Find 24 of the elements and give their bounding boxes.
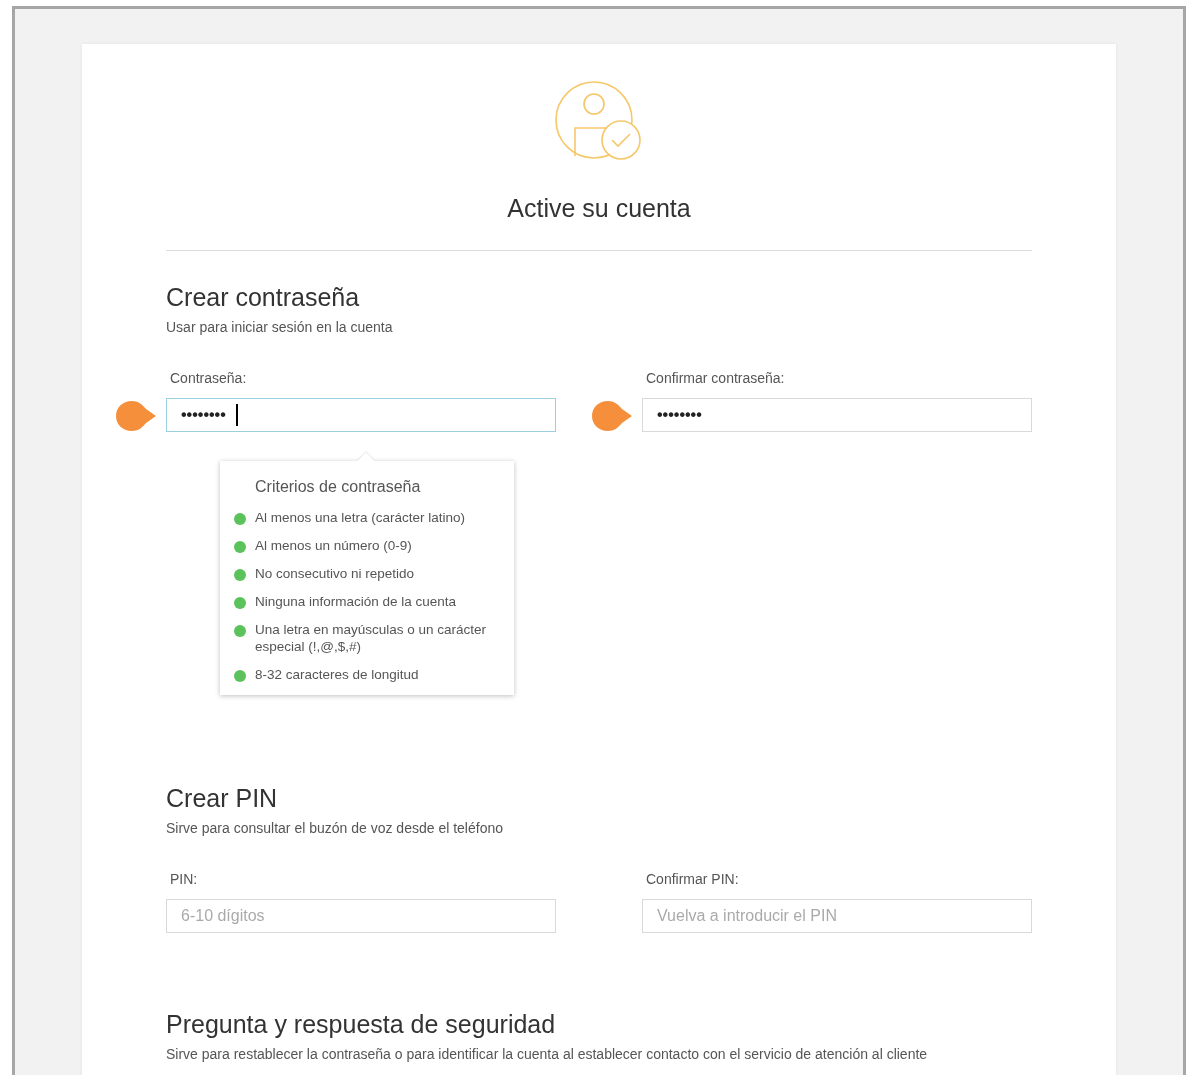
criterion-text: Una letra en mayúsculas o un carácter especial (!,@,$,#)	[255, 621, 488, 655]
field-label: Contraseña:	[169, 369, 248, 388]
input-field[interactable]: ••••••••	[166, 398, 556, 432]
popup-title: Criterios de contraseña	[254, 477, 422, 497]
page-title: Active su cuenta	[506, 193, 692, 224]
section-heading: Crear PIN	[166, 783, 279, 814]
section-subtitle: Sirve para consultar el buzón de voz desde el teléfono	[166, 819, 504, 838]
criterion-text: Ninguna información de la cuenta	[255, 593, 457, 610]
criterion-text: 8-32 caracteres de longitud	[255, 666, 419, 683]
section-subtitle: Usar para iniciar sesión en la cuenta	[166, 318, 394, 337]
field-label: PIN:	[169, 870, 199, 889]
input-field[interactable]: Vuelva a introducir el PIN	[642, 899, 1032, 933]
input-field[interactable]: 6-10 dígitos	[166, 899, 556, 933]
input-field[interactable]: ••••••••	[642, 398, 1032, 432]
user-check-icon	[554, 80, 644, 162]
criterion-text: Al menos una letra (carácter latino)	[255, 509, 466, 526]
criterion-text: Al menos un número (0-9)	[255, 537, 412, 554]
section-subtitle: Sirve para restablecer la contraseña o para identificar la cuenta al establecer contacto con el servicio de atención al cliente	[166, 1045, 929, 1064]
section-heading: Crear contraseña	[166, 282, 361, 313]
criterion-text: No consecutivo ni repetido	[255, 565, 415, 582]
text-cursor	[236, 404, 238, 426]
section-heading: Pregunta y respuesta de seguridad	[166, 1009, 557, 1040]
field-label: Confirmar PIN:	[645, 870, 740, 889]
field-label: Confirmar contraseña:	[645, 369, 786, 388]
